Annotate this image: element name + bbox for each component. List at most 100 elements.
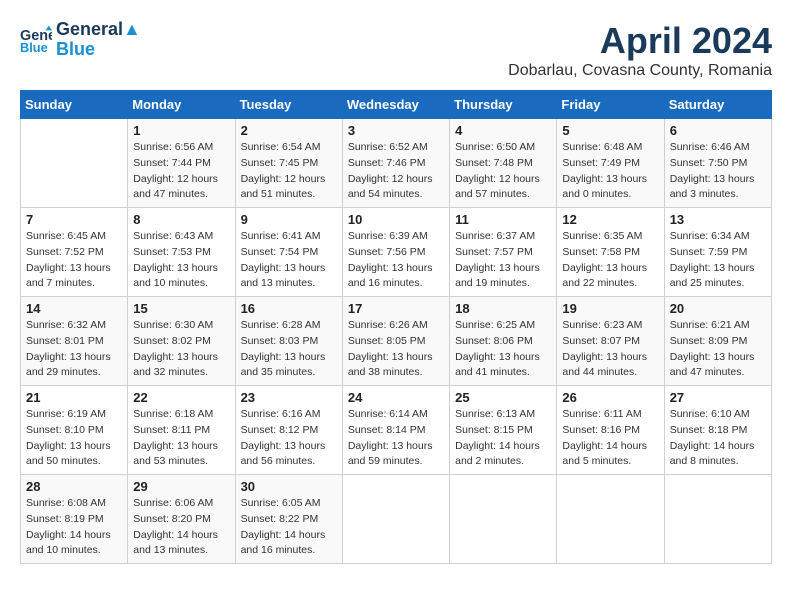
calendar-cell: 7 Sunrise: 6:45 AM Sunset: 7:52 PM Daylig…	[21, 208, 128, 297]
day-number: 29	[133, 479, 229, 494]
day-number: 4	[455, 123, 551, 138]
calendar-cell	[21, 119, 128, 208]
day-info: Sunrise: 6:08 AM Sunset: 8:19 PM Dayligh…	[26, 496, 122, 559]
day-info: Sunrise: 6:19 AM Sunset: 8:10 PM Dayligh…	[26, 407, 122, 470]
day-info: Sunrise: 6:10 AM Sunset: 8:18 PM Dayligh…	[670, 407, 766, 470]
day-number: 23	[241, 390, 337, 405]
calendar-week-row: 28 Sunrise: 6:08 AM Sunset: 8:19 PM Dayli…	[21, 475, 772, 564]
weekday-header: Thursday	[450, 91, 557, 119]
calendar-cell	[342, 475, 449, 564]
weekday-header: Saturday	[664, 91, 771, 119]
calendar-cell: 17 Sunrise: 6:26 AM Sunset: 8:05 PM Dayli…	[342, 297, 449, 386]
weekday-header: Tuesday	[235, 91, 342, 119]
day-info: Sunrise: 6:56 AM Sunset: 7:44 PM Dayligh…	[133, 140, 229, 203]
day-info: Sunrise: 6:32 AM Sunset: 8:01 PM Dayligh…	[26, 318, 122, 381]
calendar-cell: 21 Sunrise: 6:19 AM Sunset: 8:10 PM Dayli…	[21, 386, 128, 475]
calendar-cell: 26 Sunrise: 6:11 AM Sunset: 8:16 PM Dayli…	[557, 386, 664, 475]
weekday-header: Wednesday	[342, 91, 449, 119]
day-number: 17	[348, 301, 444, 316]
calendar-cell: 2 Sunrise: 6:54 AM Sunset: 7:45 PM Daylig…	[235, 119, 342, 208]
day-info: Sunrise: 6:25 AM Sunset: 8:06 PM Dayligh…	[455, 318, 551, 381]
calendar-cell: 30Sunrise: 6:05 AM Sunset: 8:22 PM Dayli…	[235, 475, 342, 564]
day-number: 11	[455, 212, 551, 227]
day-number: 9	[241, 212, 337, 227]
calendar-cell: 22 Sunrise: 6:18 AM Sunset: 8:11 PM Dayli…	[128, 386, 235, 475]
day-info: Sunrise: 6:37 AM Sunset: 7:57 PM Dayligh…	[455, 229, 551, 292]
calendar-cell: 15 Sunrise: 6:30 AM Sunset: 8:02 PM Dayli…	[128, 297, 235, 386]
day-number: 27	[670, 390, 766, 405]
day-info: Sunrise: 6:21 AM Sunset: 8:09 PM Dayligh…	[670, 318, 766, 381]
calendar-week-row: 14 Sunrise: 6:32 AM Sunset: 8:01 PM Dayli…	[21, 297, 772, 386]
calendar-cell: 10Sunrise: 6:39 AM Sunset: 7:56 PM Dayli…	[342, 208, 449, 297]
calendar-cell: 25Sunrise: 6:13 AM Sunset: 8:15 PM Dayli…	[450, 386, 557, 475]
day-number: 5	[562, 123, 658, 138]
calendar-cell: 4 Sunrise: 6:50 AM Sunset: 7:48 PM Daylig…	[450, 119, 557, 208]
day-number: 18	[455, 301, 551, 316]
day-info: Sunrise: 6:41 AM Sunset: 7:54 PM Dayligh…	[241, 229, 337, 292]
day-number: 13	[670, 212, 766, 227]
logo-icon: General Blue	[20, 24, 52, 56]
day-info: Sunrise: 6:43 AM Sunset: 7:53 PM Dayligh…	[133, 229, 229, 292]
day-info: Sunrise: 6:06 AM Sunset: 8:20 PM Dayligh…	[133, 496, 229, 559]
day-number: 6	[670, 123, 766, 138]
weekday-header: Friday	[557, 91, 664, 119]
day-number: 2	[241, 123, 337, 138]
day-number: 16	[241, 301, 337, 316]
day-info: Sunrise: 6:23 AM Sunset: 8:07 PM Dayligh…	[562, 318, 658, 381]
calendar-table: SundayMondayTuesdayWednesdayThursdayFrid…	[20, 90, 772, 564]
day-info: Sunrise: 6:05 AM Sunset: 8:22 PM Dayligh…	[241, 496, 337, 559]
day-info: Sunrise: 6:46 AM Sunset: 7:50 PM Dayligh…	[670, 140, 766, 203]
day-info: Sunrise: 6:18 AM Sunset: 8:11 PM Dayligh…	[133, 407, 229, 470]
day-number: 22	[133, 390, 229, 405]
weekday-header: Monday	[128, 91, 235, 119]
calendar-cell	[557, 475, 664, 564]
weekday-header: Sunday	[21, 91, 128, 119]
day-info: Sunrise: 6:48 AM Sunset: 7:49 PM Dayligh…	[562, 140, 658, 203]
calendar-cell: 14 Sunrise: 6:32 AM Sunset: 8:01 PM Dayli…	[21, 297, 128, 386]
day-info: Sunrise: 6:16 AM Sunset: 8:12 PM Dayligh…	[241, 407, 337, 470]
calendar-cell: 3Sunrise: 6:52 AM Sunset: 7:46 PM Daylig…	[342, 119, 449, 208]
day-number: 10	[348, 212, 444, 227]
day-info: Sunrise: 6:34 AM Sunset: 7:59 PM Dayligh…	[670, 229, 766, 292]
day-number: 14	[26, 301, 122, 316]
day-info: Sunrise: 6:26 AM Sunset: 8:05 PM Dayligh…	[348, 318, 444, 381]
day-number: 8	[133, 212, 229, 227]
calendar-title: April 2024	[508, 20, 772, 62]
day-number: 21	[26, 390, 122, 405]
calendar-cell: 6 Sunrise: 6:46 AM Sunset: 7:50 PM Daylig…	[664, 119, 771, 208]
calendar-cell: 1Sunrise: 6:56 AM Sunset: 7:44 PM Daylig…	[128, 119, 235, 208]
calendar-cell: 19 Sunrise: 6:23 AM Sunset: 8:07 PM Dayli…	[557, 297, 664, 386]
calendar-cell: 18 Sunrise: 6:25 AM Sunset: 8:06 PM Dayli…	[450, 297, 557, 386]
calendar-header-row: SundayMondayTuesdayWednesdayThursdayFrid…	[21, 91, 772, 119]
calendar-week-row: 21 Sunrise: 6:19 AM Sunset: 8:10 PM Dayli…	[21, 386, 772, 475]
calendar-cell: 8 Sunrise: 6:43 AM Sunset: 7:53 PM Daylig…	[128, 208, 235, 297]
day-info: Sunrise: 6:14 AM Sunset: 8:14 PM Dayligh…	[348, 407, 444, 470]
calendar-subtitle: Dobarlau, Covasna County, Romania	[508, 62, 772, 80]
day-number: 19	[562, 301, 658, 316]
calendar-cell: 24Sunrise: 6:14 AM Sunset: 8:14 PM Dayli…	[342, 386, 449, 475]
day-info: Sunrise: 6:11 AM Sunset: 8:16 PM Dayligh…	[562, 407, 658, 470]
day-number: 28	[26, 479, 122, 494]
calendar-cell: 5 Sunrise: 6:48 AM Sunset: 7:49 PM Daylig…	[557, 119, 664, 208]
calendar-week-row: 1Sunrise: 6:56 AM Sunset: 7:44 PM Daylig…	[21, 119, 772, 208]
day-info: Sunrise: 6:28 AM Sunset: 8:03 PM Dayligh…	[241, 318, 337, 381]
day-info: Sunrise: 6:35 AM Sunset: 7:58 PM Dayligh…	[562, 229, 658, 292]
svg-text:Blue: Blue	[20, 40, 48, 55]
logo-text-line2: Blue	[56, 40, 141, 60]
calendar-cell: 27 Sunrise: 6:10 AM Sunset: 8:18 PM Dayli…	[664, 386, 771, 475]
day-number: 25	[455, 390, 551, 405]
calendar-cell: 9 Sunrise: 6:41 AM Sunset: 7:54 PM Daylig…	[235, 208, 342, 297]
calendar-cell: 16 Sunrise: 6:28 AM Sunset: 8:03 PM Dayli…	[235, 297, 342, 386]
calendar-cell: 13 Sunrise: 6:34 AM Sunset: 7:59 PM Dayli…	[664, 208, 771, 297]
day-number: 15	[133, 301, 229, 316]
day-number: 3	[348, 123, 444, 138]
day-number: 7	[26, 212, 122, 227]
logo: General Blue General▲ Blue	[20, 20, 141, 60]
day-info: Sunrise: 6:30 AM Sunset: 8:02 PM Dayligh…	[133, 318, 229, 381]
day-number: 26	[562, 390, 658, 405]
calendar-cell: 23 Sunrise: 6:16 AM Sunset: 8:12 PM Dayli…	[235, 386, 342, 475]
calendar-cell: 12Sunrise: 6:35 AM Sunset: 7:58 PM Dayli…	[557, 208, 664, 297]
day-info: Sunrise: 6:45 AM Sunset: 7:52 PM Dayligh…	[26, 229, 122, 292]
day-info: Sunrise: 6:50 AM Sunset: 7:48 PM Dayligh…	[455, 140, 551, 203]
day-info: Sunrise: 6:54 AM Sunset: 7:45 PM Dayligh…	[241, 140, 337, 203]
